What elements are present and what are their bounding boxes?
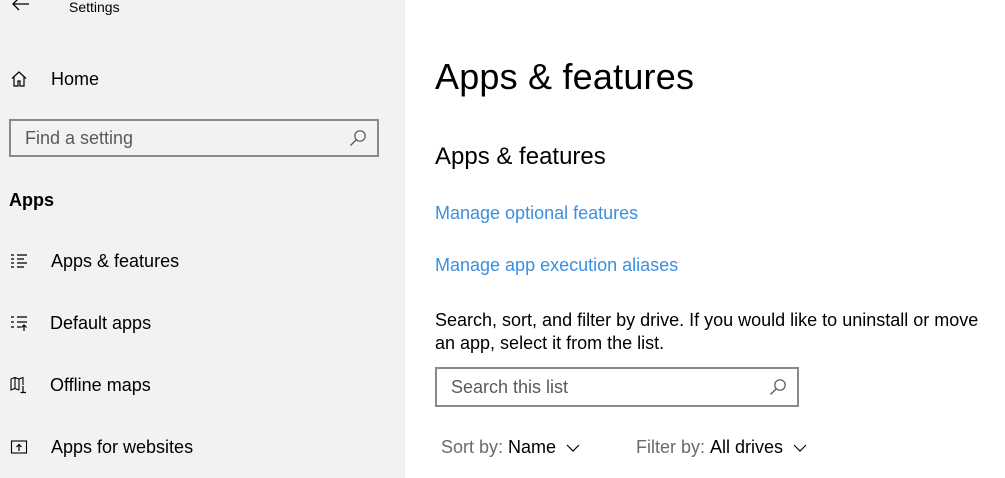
search-icon[interactable]	[349, 129, 367, 147]
search-list-box	[435, 367, 799, 407]
description-text: Search, sort, and filter by drive. If yo…	[435, 310, 979, 353]
filter-by-label: Filter by:	[636, 437, 706, 457]
section-title: Apps & features	[435, 143, 606, 170]
settings-window: Settings Home Apps	[0, 0, 1005, 478]
find-setting-input[interactable]	[11, 121, 341, 155]
app-title: Settings	[69, 0, 120, 15]
page-title: Apps & features	[435, 56, 695, 97]
list-icon	[10, 252, 28, 270]
sidebar: Settings Home Apps	[0, 0, 405, 478]
open-in-app-icon	[10, 438, 28, 456]
manage-optional-features-link[interactable]: Manage optional features	[435, 203, 638, 224]
main-content: Apps & features Apps & features Manage o…	[405, 0, 1005, 478]
map-icon	[10, 376, 28, 394]
sidebar-item-label: Home	[51, 68, 100, 89]
home-icon	[10, 70, 28, 88]
back-arrow-icon	[12, 0, 29, 11]
sidebar-item-label: Apps & features	[51, 250, 180, 271]
find-setting-search	[9, 119, 379, 157]
search-list-input[interactable]	[437, 369, 757, 405]
sort-by-value: Name	[508, 437, 557, 457]
sidebar-item-apps-for-websites[interactable]: Apps for websites	[0, 428, 405, 466]
sidebar-item-default-apps[interactable]: Default apps	[0, 304, 405, 342]
chevron-down-icon	[566, 444, 580, 452]
sidebar-item-label: Apps for websites	[51, 436, 194, 457]
manage-app-execution-aliases-link[interactable]: Manage app execution aliases	[435, 255, 678, 276]
sort-by-label: Sort by:	[441, 437, 504, 457]
back-button[interactable]	[10, 0, 32, 15]
title-bar: Settings	[0, 0, 405, 16]
default-apps-icon	[10, 314, 28, 332]
sidebar-item-home[interactable]: Home	[0, 60, 405, 98]
sort-by-dropdown[interactable]: Sort by: Name	[441, 437, 580, 458]
sidebar-item-label: Default apps	[50, 312, 152, 333]
search-icon[interactable]	[769, 378, 787, 396]
filter-by-value: All drives	[710, 437, 784, 457]
sidebar-section-heading: Apps	[9, 190, 54, 210]
sidebar-item-offline-maps[interactable]: Offline maps	[0, 366, 405, 404]
sidebar-item-apps-features[interactable]: Apps & features	[0, 242, 405, 280]
chevron-down-icon	[793, 444, 807, 452]
sidebar-item-label: Offline maps	[50, 374, 151, 395]
filter-by-dropdown[interactable]: Filter by: All drives	[636, 437, 807, 458]
